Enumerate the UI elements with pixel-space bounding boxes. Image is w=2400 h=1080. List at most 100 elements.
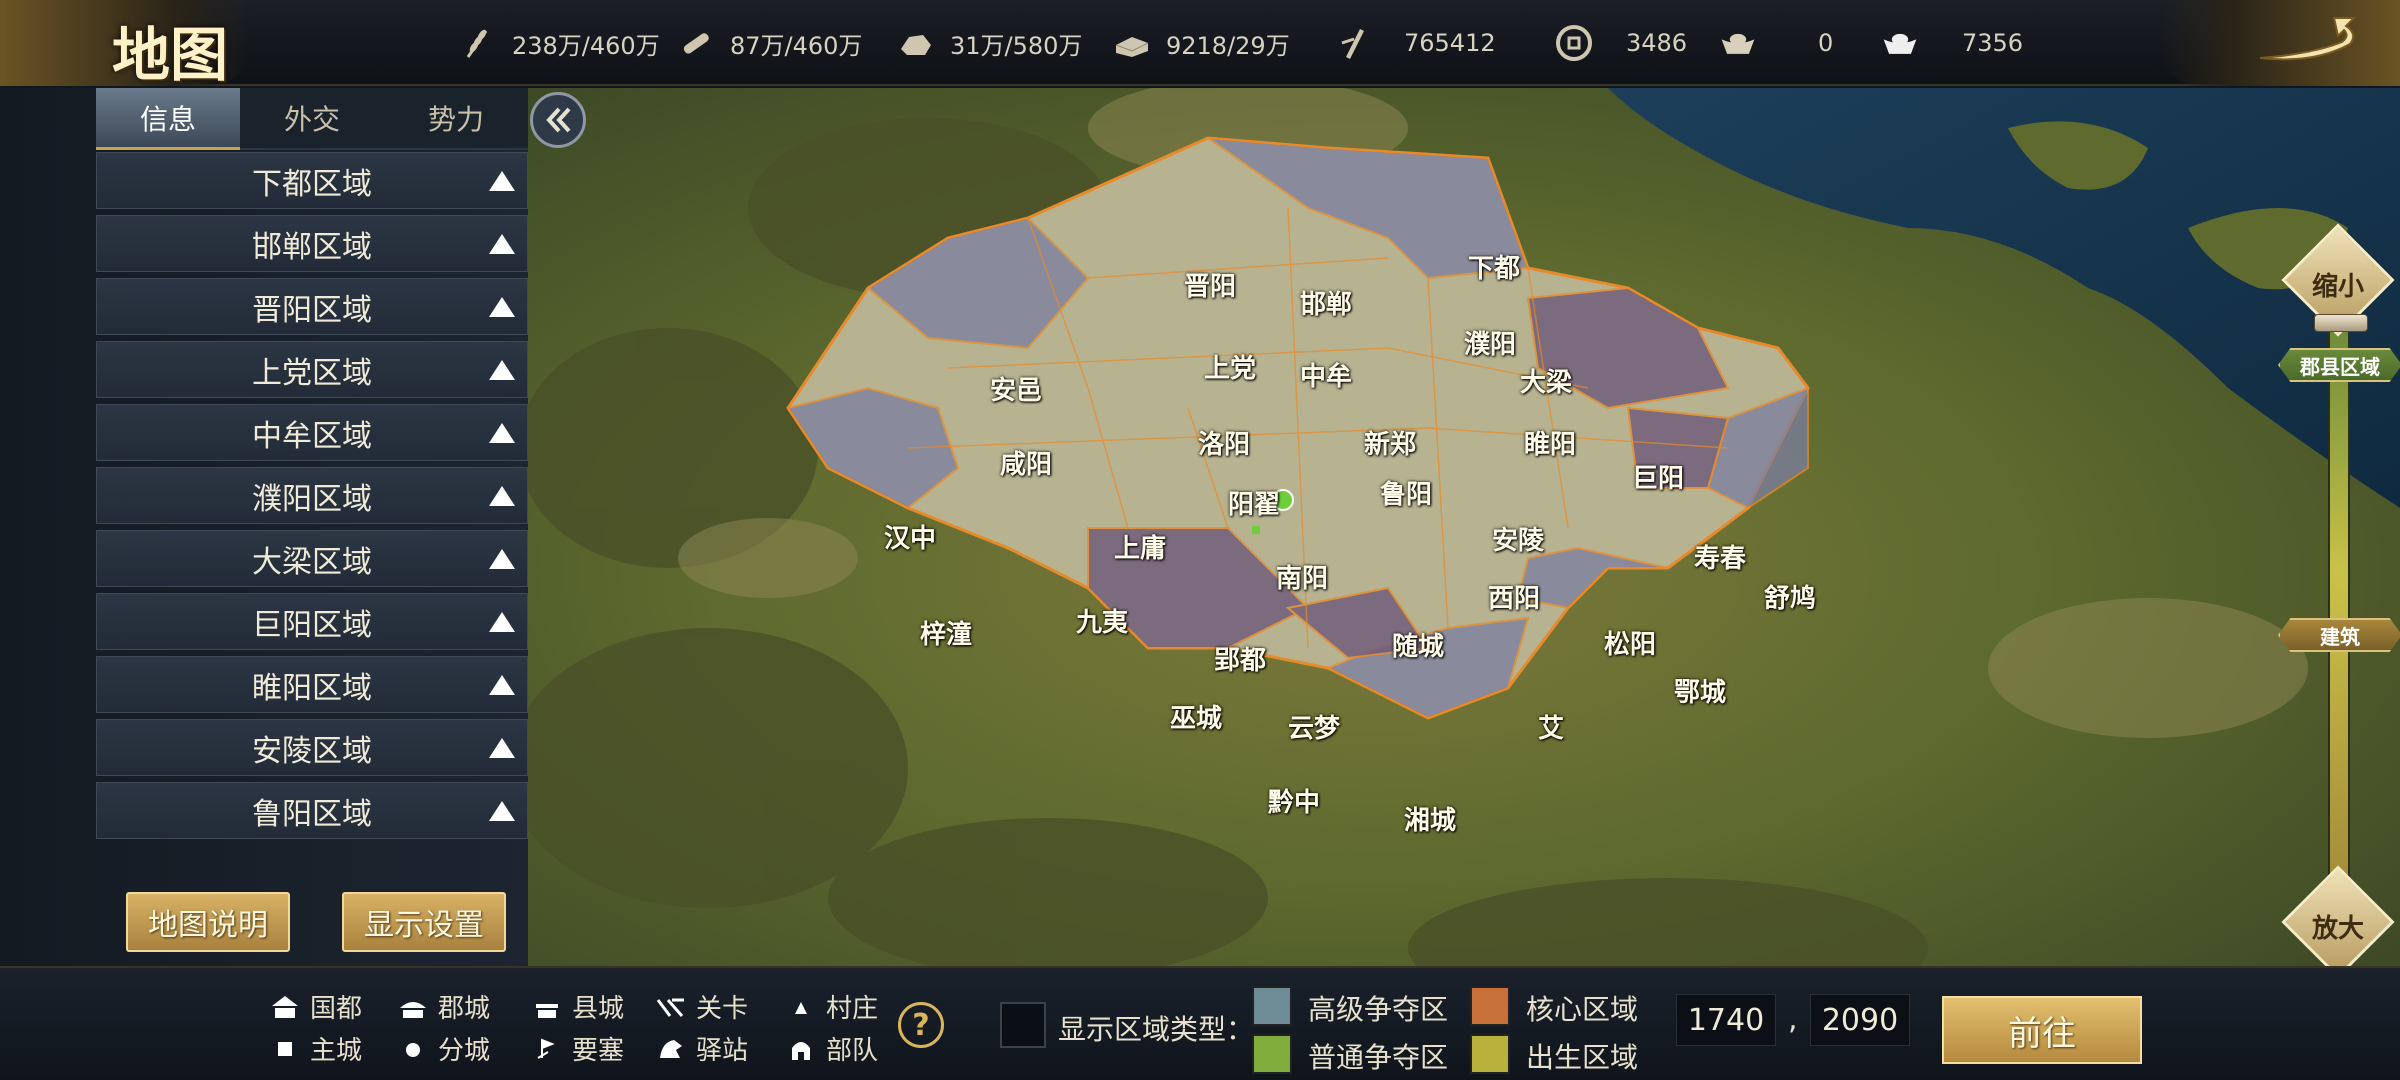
collapse-triangle-icon[interactable]: [489, 612, 515, 632]
city-label[interactable]: 黔中: [1268, 782, 1320, 819]
city-label[interactable]: 九夷: [1076, 602, 1128, 639]
region-type-swatch[interactable]: [1470, 1034, 1510, 1074]
city-label[interactable]: 洛阳: [1198, 424, 1250, 461]
city-label[interactable]: 大梁: [1520, 362, 1572, 399]
region-item[interactable]: 中牟区域: [96, 404, 528, 461]
collapse-triangle-icon[interactable]: [489, 234, 515, 254]
collapse-panel-button[interactable]: [530, 92, 586, 148]
region-label: 巨阳区域: [252, 607, 372, 643]
legend-item: 关卡: [656, 988, 748, 1025]
go-button[interactable]: 前往: [1942, 996, 2142, 1064]
collapse-triangle-icon[interactable]: [489, 801, 515, 821]
city-label[interactable]: 寿春: [1694, 538, 1746, 575]
region-item[interactable]: 下都区域: [96, 152, 528, 209]
region-type-swatch[interactable]: [1252, 986, 1292, 1026]
region-item[interactable]: 鲁阳区域: [96, 782, 528, 839]
city-label[interactable]: 邯郸: [1300, 284, 1352, 321]
collapse-triangle-icon[interactable]: [489, 171, 515, 191]
region-list[interactable]: 下都区域邯郸区域晋阳区域上党区域中牟区域濮阳区域大梁区域巨阳区域睢阳区域安陵区域…: [96, 152, 528, 844]
city-label[interactable]: 汉中: [884, 518, 936, 555]
region-item[interactable]: 大梁区域: [96, 530, 528, 587]
city-label[interactable]: 西阳: [1488, 578, 1540, 615]
capital-icon: [270, 993, 300, 1021]
region-type-swatch[interactable]: [1252, 1034, 1292, 1074]
legend-label: 关卡: [696, 994, 749, 1024]
world-map[interactable]: 下都 晋阳 邯郸濮阳上党 中牟 大梁 安邑睢阳 洛阳 新郑咸阳 巨阳阳翟 鲁阳汉中 上庸 安陵 寿春南阳…: [528, 88, 2400, 966]
region-item[interactable]: 睢阳区域: [96, 656, 528, 713]
city-label[interactable]: 安陵: [1492, 520, 1544, 557]
collapse-triangle-icon[interactable]: [489, 675, 515, 695]
legend-item: 分城: [398, 1030, 490, 1067]
collapse-triangle-icon[interactable]: [489, 486, 515, 506]
region-item[interactable]: 濮阳区域: [96, 467, 528, 524]
collapse-triangle-icon[interactable]: [489, 360, 515, 380]
legend-label: 主城: [310, 1036, 363, 1066]
region-item[interactable]: 邯郸区域: [96, 215, 528, 272]
city-label[interactable]: 鄂城: [1674, 672, 1726, 709]
zoom-level-building[interactable]: 建筑: [2278, 618, 2400, 652]
city-label[interactable]: 新郑: [1364, 424, 1416, 461]
region-label: 下都区域: [252, 166, 372, 202]
city-label[interactable]: 松阳: [1604, 624, 1656, 661]
zoom-track[interactable]: [2328, 320, 2350, 880]
city-label[interactable]: 中牟: [1300, 356, 1352, 393]
city-label[interactable]: 南阳: [1276, 558, 1328, 595]
zoom-slider[interactable]: 缩小 郡县区域 建筑 放大: [2278, 223, 2400, 979]
resource-silver: 7356: [1880, 18, 2023, 68]
resource-copper: 3486: [1554, 18, 1687, 68]
city-label[interactable]: 郢都: [1214, 640, 1266, 677]
city-label[interactable]: 睢阳: [1524, 424, 1576, 461]
show-region-type-checkbox[interactable]: [1000, 1002, 1046, 1048]
region-type-label: 普通争夺区: [1308, 1041, 1449, 1074]
city-label[interactable]: 舒鸠: [1764, 578, 1816, 615]
region-item[interactable]: 安陵区域: [96, 719, 528, 776]
resource-value: 0: [1818, 29, 1834, 57]
city-label[interactable]: 巫城: [1170, 698, 1222, 735]
city-label[interactable]: 安邑: [990, 370, 1042, 407]
region-type-swatch[interactable]: [1470, 986, 1510, 1026]
region-item[interactable]: 巨阳区域: [96, 593, 528, 650]
zoom-level-county[interactable]: 郡县区域: [2278, 348, 2400, 382]
bottom-legend-bar: 国都 郡城 县城 关卡 村庄 主城 分城 要塞 驿站 部队 ? 显示区域类型： 高级争夺区 核心区域…: [0, 966, 2400, 1080]
city-label[interactable]: 晋阳: [1184, 266, 1236, 303]
city-label[interactable]: 巨阳: [1632, 458, 1684, 495]
city-label[interactable]: 下都: [1468, 248, 1520, 285]
region-label: 中牟区域: [252, 418, 372, 454]
collapse-triangle-icon[interactable]: [489, 423, 515, 443]
city-label[interactable]: 濮阳: [1464, 324, 1516, 361]
city-label[interactable]: 鲁阳: [1380, 474, 1432, 511]
region-item[interactable]: 晋阳区域: [96, 278, 528, 335]
collapse-triangle-icon[interactable]: [489, 738, 515, 758]
collapse-triangle-icon[interactable]: [489, 297, 515, 317]
tab-faction[interactable]: 势力: [384, 88, 528, 150]
region-label: 濮阳区域: [252, 481, 372, 517]
tab-info[interactable]: 信息: [96, 88, 240, 150]
city-label[interactable]: 云梦: [1288, 708, 1340, 745]
region-item[interactable]: 上党区域: [96, 341, 528, 398]
collapse-triangle-icon[interactable]: [489, 549, 515, 569]
display-settings-button[interactable]: 显示设置: [342, 892, 506, 952]
city-label[interactable]: 湘城: [1404, 800, 1456, 837]
village-icon: [786, 993, 816, 1021]
coord-y-input[interactable]: 2090: [1810, 994, 1910, 1046]
city-label[interactable]: 随城: [1392, 626, 1444, 663]
city-label[interactable]: 阳翟: [1228, 484, 1280, 521]
legend-label: 郡城: [438, 994, 491, 1024]
legend-help-button[interactable]: ?: [898, 1002, 944, 1048]
coord-x-input[interactable]: 1740: [1676, 994, 1776, 1046]
city-label[interactable]: 艾: [1538, 708, 1564, 745]
resource-value: 31万/580万: [950, 31, 1083, 60]
map-help-button[interactable]: 地图说明: [126, 892, 290, 952]
legend-item: 部队: [786, 1030, 878, 1067]
city-label[interactable]: 上庸: [1114, 528, 1166, 565]
region-label: 上党区域: [252, 355, 372, 391]
legend-item: 主城: [270, 1030, 362, 1067]
city-label[interactable]: 上党: [1204, 348, 1256, 385]
city-label[interactable]: 咸阳: [1000, 444, 1052, 481]
return-arrow-icon[interactable]: [2254, 14, 2364, 72]
city-label[interactable]: 梓潼: [920, 614, 972, 651]
legend-label: 国都: [310, 994, 363, 1024]
zoom-in-button[interactable]: 放大: [2281, 865, 2395, 979]
zoom-thumb[interactable]: [2314, 314, 2368, 332]
tab-diplomacy[interactable]: 外交: [240, 88, 384, 150]
